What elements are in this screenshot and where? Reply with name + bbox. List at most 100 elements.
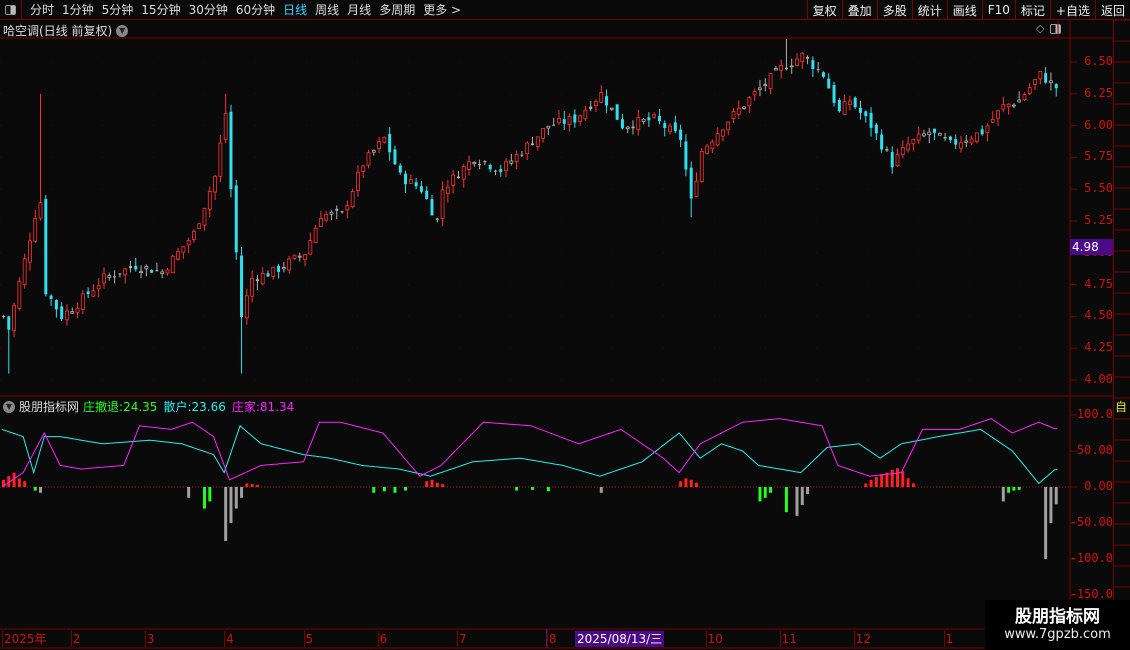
- candle-body: [478, 164, 482, 166]
- candle-body: [340, 211, 344, 213]
- candle-body: [837, 100, 841, 112]
- candle-body: [736, 107, 741, 115]
- candle-body: [641, 118, 646, 122]
- candle-body: [271, 266, 276, 277]
- time-axis-label: 8: [546, 631, 557, 647]
- indicator-bar: [515, 487, 519, 491]
- indicator-bar: [890, 469, 894, 487]
- candle-body: [631, 126, 635, 129]
- candle-body: [260, 273, 265, 285]
- series-label: 庄家: [231, 400, 256, 414]
- candle-body: [684, 141, 688, 170]
- candle-body: [795, 58, 799, 67]
- price-axis-label: 4.75: [1084, 276, 1113, 291]
- time-axis-label: 11: [779, 631, 797, 647]
- candle-body: [277, 266, 281, 272]
- indicator-bar: [382, 487, 386, 492]
- indicator-bar: [694, 482, 698, 487]
- candle-body: [1006, 103, 1011, 108]
- candle-body: [811, 60, 815, 70]
- indicator-bar: [880, 474, 884, 487]
- candle-body: [916, 133, 921, 141]
- candle-body: [192, 231, 196, 240]
- candle-body: [107, 275, 112, 278]
- candle-body: [102, 273, 106, 284]
- candle-body: [244, 295, 249, 319]
- candle-body: [7, 316, 11, 330]
- candle-body: [1033, 79, 1037, 85]
- candle-body: [382, 136, 387, 143]
- candle-body: [155, 270, 159, 272]
- series-value: 24.35: [123, 400, 158, 414]
- indicator-bar: [23, 481, 27, 487]
- indicator-bar: [404, 487, 408, 491]
- candle-body: [578, 115, 583, 123]
- indicator-value-1: 散户:23.66: [163, 400, 225, 414]
- time-axis-label: 5: [303, 631, 314, 647]
- candle-body: [784, 67, 788, 70]
- candle-body: [668, 125, 672, 133]
- candle-body: [303, 254, 307, 261]
- candle-body: [287, 258, 292, 271]
- candle-body: [91, 290, 96, 297]
- indicator-bar: [372, 487, 376, 493]
- indicator-bar: [896, 468, 900, 487]
- indicator-bar: [1007, 487, 1011, 493]
- candle-body: [197, 223, 202, 230]
- price-axis-label: 5.75: [1084, 149, 1113, 164]
- indicator-bar: [224, 487, 228, 541]
- candle-body: [710, 141, 715, 150]
- time-axis-label: 1: [943, 631, 954, 647]
- indicator-name: 股朋指标网: [19, 400, 80, 414]
- indicator-bar: [599, 487, 603, 493]
- candle-body: [467, 161, 471, 170]
- candle-body: [414, 182, 418, 187]
- candle-body: [773, 68, 778, 71]
- crosshair-date: 2025/08/13/三: [575, 631, 665, 647]
- chart-canvas[interactable]: [0, 0, 1130, 650]
- candle-body: [361, 165, 366, 172]
- indicator-bar: [1017, 487, 1021, 490]
- time-axis-label: 2: [70, 631, 81, 647]
- candle-body: [959, 142, 963, 149]
- candle-body: [213, 175, 218, 193]
- candle-body: [419, 186, 423, 192]
- candle-body: [393, 149, 397, 165]
- price-axis-label: 6.25: [1084, 85, 1113, 100]
- indicator-bar: [255, 484, 259, 487]
- candle-body: [297, 255, 302, 258]
- time-axis-label: 7: [456, 631, 467, 647]
- candle-body: [435, 218, 439, 220]
- candle-body: [308, 240, 313, 255]
- banker-line: [1, 418, 1058, 488]
- indicator-axis-label: -100.0: [1069, 551, 1113, 565]
- watermark-title: 股朋指标网: [1015, 607, 1100, 627]
- current-price-tag: 4.98: [1070, 239, 1113, 255]
- candle-body: [779, 65, 784, 71]
- candle-body: [573, 114, 577, 123]
- candle-body: [721, 129, 725, 137]
- indicator-bar: [234, 487, 238, 509]
- candle-body: [679, 129, 683, 140]
- candle-body: [996, 110, 1000, 119]
- candle-body: [663, 123, 667, 129]
- candle-body: [1044, 73, 1048, 83]
- candle-body: [17, 281, 22, 309]
- candle-body: [557, 117, 561, 124]
- indicator-bar: [229, 487, 233, 523]
- candle-body: [948, 136, 952, 141]
- candle-body: [832, 85, 836, 103]
- candle-body: [705, 145, 709, 154]
- indicator-value-2: 庄家:81.34: [232, 400, 294, 414]
- candle-body: [54, 300, 58, 310]
- candle-body: [366, 152, 371, 166]
- indicator-bar: [1049, 487, 1053, 523]
- indicator-bar: [393, 487, 397, 493]
- series-label: 庄撤退: [83, 400, 120, 414]
- chevron-down-icon[interactable]: ▼: [3, 400, 15, 413]
- candle-body: [440, 189, 445, 219]
- candle-body: [605, 96, 609, 106]
- candle-body: [229, 111, 233, 190]
- candle-body: [636, 117, 641, 131]
- candle-body: [890, 152, 894, 168]
